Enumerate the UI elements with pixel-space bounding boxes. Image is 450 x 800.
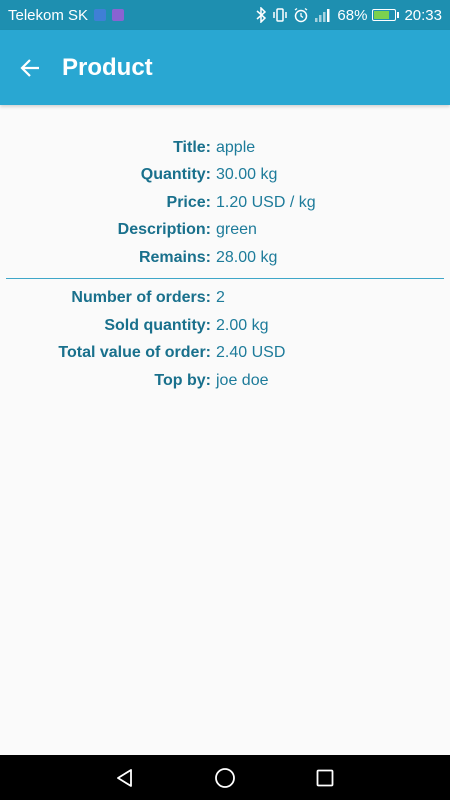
- system-nav-bar: [0, 755, 450, 800]
- top-by-label: Top by:: [154, 371, 211, 389]
- app-bar: Product: [0, 30, 450, 105]
- back-button[interactable]: [0, 38, 60, 98]
- price-label: Price:: [166, 193, 211, 211]
- arrow-left-icon: [20, 58, 39, 77]
- signal-icon: [315, 9, 330, 22]
- status-right: 68% 20:33: [255, 7, 442, 24]
- sold-quantity-label: Sold quantity:: [104, 316, 211, 334]
- remains-label: Remains:: [138, 248, 211, 266]
- quantity-value: 30.00 kg: [216, 166, 278, 184]
- product-info-section: Title: apple Quantity: 30.00 kg Price: 1…: [0, 105, 450, 272]
- orders-count-label: Number of orders:: [71, 289, 211, 307]
- status-left: Telekom SK: [8, 6, 125, 24]
- title-value: apple: [216, 138, 256, 156]
- vibrate-icon: [273, 8, 288, 22]
- total-value-label: Total value of order:: [58, 344, 211, 362]
- remains-row: Remains: 28.00 kg: [0, 244, 450, 272]
- product-details: Title: apple Quantity: 30.00 kg Price: 1…: [0, 105, 450, 755]
- page-title: Product: [62, 53, 153, 81]
- nav-home-button[interactable]: [211, 764, 239, 792]
- orders-section: Number of orders: 2 Sold quantity: 2.00 …: [0, 285, 450, 395]
- top-by-row: Top by: joe doe: [0, 367, 450, 395]
- quantity-row: Quantity: 30.00 kg: [0, 162, 450, 190]
- title-row: Title: apple: [0, 134, 450, 162]
- home-circle-icon: [215, 767, 235, 788]
- clock: 20:33: [404, 6, 442, 24]
- top-by-value: joe doe: [216, 371, 269, 389]
- total-value-value: 2.40 USD: [216, 344, 286, 362]
- bluetooth-icon: [256, 7, 267, 23]
- description-row: Description: green: [0, 217, 450, 245]
- orders-count-row: Number of orders: 2: [0, 285, 450, 313]
- nav-recents-button[interactable]: [311, 764, 339, 792]
- gallery-icon: [112, 9, 125, 21]
- orders-count-value: 2: [216, 289, 225, 307]
- description-value: green: [216, 221, 257, 239]
- sold-quantity-row: Sold quantity: 2.00 kg: [0, 312, 450, 340]
- title-label: Title:: [173, 138, 211, 156]
- battery-charging-icon: [372, 9, 400, 21]
- alarm-icon: [295, 7, 308, 23]
- carrier-name: Telekom SK: [8, 6, 89, 24]
- section-divider: [6, 277, 444, 279]
- battery-percent: 68%: [337, 6, 368, 24]
- price-value: 1.20 USD / kg: [216, 193, 316, 211]
- back-triangle-icon: [117, 768, 132, 787]
- description-label: Description:: [117, 221, 211, 239]
- remains-value: 28.00 kg: [216, 248, 278, 266]
- recents-square-icon: [316, 769, 334, 786]
- price-row: Price: 1.20 USD / kg: [0, 189, 450, 217]
- video-icon: [94, 9, 107, 21]
- sold-quantity-value: 2.00 kg: [216, 316, 269, 334]
- quantity-label: Quantity:: [140, 166, 211, 184]
- status-bar: Telekom SK 68% 20:33: [0, 0, 450, 30]
- total-value-row: Total value of order: 2.40 USD: [0, 340, 450, 368]
- nav-back-button[interactable]: [111, 764, 139, 792]
